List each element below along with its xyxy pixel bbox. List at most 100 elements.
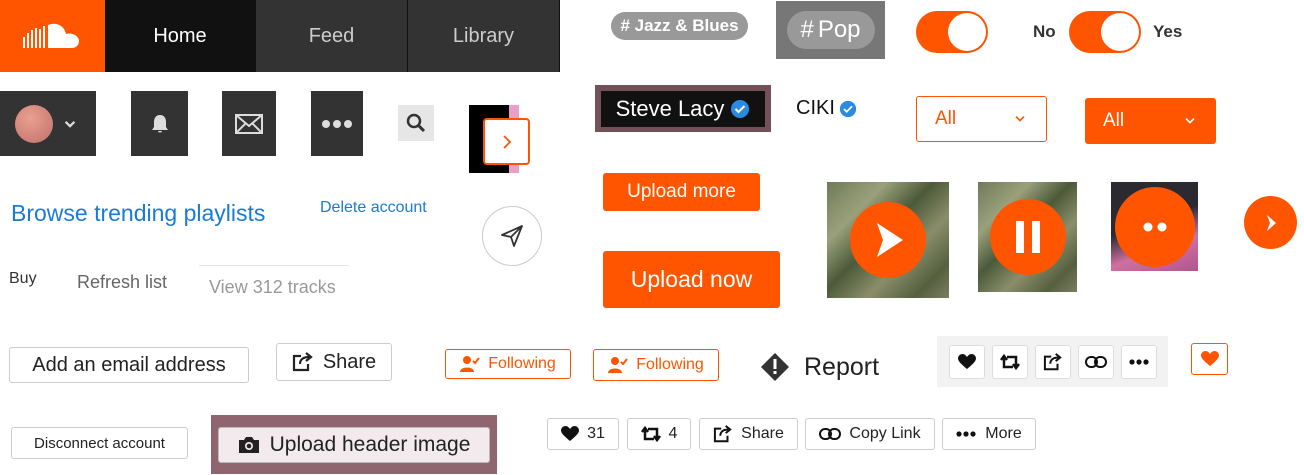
artist-name-plain: CIKI bbox=[796, 97, 835, 119]
play-icon bbox=[877, 223, 903, 257]
upload-now-button[interactable]: Upload now bbox=[603, 251, 780, 308]
send-icon bbox=[501, 225, 523, 247]
toggle-yes-no-switch[interactable] bbox=[1069, 11, 1141, 53]
heart-icon bbox=[957, 353, 976, 369]
copy-link-label: Copy Link bbox=[849, 425, 921, 442]
toggle-knob bbox=[948, 13, 986, 51]
track-artwork bbox=[1111, 182, 1198, 271]
like-count-button[interactable]: 31 bbox=[547, 418, 619, 450]
chevron-down-icon bbox=[1185, 118, 1195, 124]
mail-icon bbox=[235, 113, 263, 134]
upload-more-button[interactable]: Upload more bbox=[603, 173, 760, 211]
artist-plain[interactable]: CIKI bbox=[796, 97, 857, 120]
action-toolbar bbox=[937, 336, 1168, 387]
copy-link-button[interactable]: Copy Link bbox=[805, 418, 935, 450]
verified-icon bbox=[731, 99, 750, 118]
share-icon bbox=[292, 352, 313, 372]
search-icon bbox=[406, 113, 426, 133]
share-button[interactable]: Share bbox=[276, 343, 392, 381]
disconnect-account-button[interactable]: Disconnect account bbox=[11, 427, 188, 459]
user-check-icon bbox=[460, 356, 480, 372]
chevron-right-icon bbox=[502, 134, 511, 149]
tab-buy[interactable]: Buy bbox=[9, 270, 37, 288]
top-nav: Home Feed Library bbox=[0, 0, 560, 72]
tab-home[interactable]: Home bbox=[105, 0, 256, 72]
select-value: All bbox=[1103, 110, 1125, 131]
browse-playlists-link[interactable]: Browse trending playlists bbox=[11, 200, 265, 227]
more-dots-icon bbox=[322, 119, 352, 128]
avatar bbox=[15, 104, 53, 143]
repost-button[interactable] bbox=[991, 344, 1028, 379]
send-message-button[interactable] bbox=[482, 206, 542, 266]
bell-icon bbox=[151, 114, 168, 132]
more-dots-icon bbox=[1128, 358, 1149, 365]
chevron-down-icon bbox=[64, 120, 76, 128]
more-button[interactable]: More bbox=[942, 418, 1036, 450]
tab-library[interactable]: Library bbox=[408, 0, 560, 72]
heart-icon bbox=[1200, 351, 1219, 366]
chevron-right-icon bbox=[1266, 214, 1276, 231]
share-button[interactable]: Share bbox=[699, 418, 798, 450]
tag-pop-label: Pop bbox=[817, 16, 861, 43]
like-button-active[interactable] bbox=[1191, 343, 1228, 375]
tag-pop-hash: # bbox=[800, 16, 814, 43]
play-button[interactable] bbox=[850, 202, 926, 278]
pause-button[interactable] bbox=[989, 199, 1066, 275]
following-label: Following bbox=[488, 355, 556, 372]
repost-icon bbox=[640, 425, 661, 443]
share-label: Share bbox=[741, 425, 784, 442]
user-check-icon bbox=[608, 357, 628, 373]
more-label: More bbox=[985, 425, 1022, 442]
report-button[interactable]: Report bbox=[760, 352, 879, 382]
add-email-button[interactable]: Add an email address bbox=[9, 347, 249, 383]
artist-badge-featured[interactable]: Steve Lacy bbox=[595, 85, 771, 132]
tab-view-tracks[interactable]: View 312 tracks bbox=[209, 277, 336, 298]
following-button[interactable]: Following bbox=[593, 349, 719, 381]
repost-count-button[interactable]: 4 bbox=[627, 418, 691, 450]
tag-jazz-blues[interactable]: # Jazz & Blues bbox=[611, 12, 748, 40]
soundcloud-logo-icon[interactable] bbox=[0, 0, 105, 72]
delete-account-link[interactable]: Delete account bbox=[320, 199, 427, 217]
track-artwork bbox=[827, 182, 949, 298]
select-value: All bbox=[935, 108, 957, 129]
repost-count: 4 bbox=[668, 425, 678, 442]
pause-icon bbox=[1015, 221, 1040, 253]
more-button[interactable] bbox=[1120, 344, 1157, 379]
report-flag-icon bbox=[761, 353, 789, 381]
toggle-switch[interactable] bbox=[916, 11, 988, 53]
filter-select-outline[interactable]: All bbox=[916, 96, 1047, 142]
share-button[interactable] bbox=[1034, 344, 1071, 379]
tab-divider bbox=[199, 265, 349, 266]
track-artwork bbox=[978, 182, 1077, 292]
link-icon bbox=[819, 428, 842, 440]
like-button[interactable] bbox=[948, 344, 985, 379]
share-icon bbox=[1043, 352, 1062, 370]
notifications-button[interactable] bbox=[131, 91, 188, 156]
messages-button[interactable] bbox=[222, 91, 276, 156]
more-options-button[interactable] bbox=[311, 91, 363, 156]
tab-refresh-list[interactable]: Refresh list bbox=[77, 272, 167, 293]
search-button[interactable] bbox=[398, 105, 434, 141]
heart-icon bbox=[561, 426, 580, 441]
tag-pop[interactable]: # Pop bbox=[786, 11, 875, 49]
next-button[interactable] bbox=[1244, 196, 1297, 249]
toggle-knob bbox=[1101, 13, 1139, 51]
following-button[interactable]: Following bbox=[445, 349, 571, 379]
carousel-next-button[interactable] bbox=[483, 118, 530, 165]
repost-icon bbox=[999, 353, 1020, 370]
following-label: Following bbox=[636, 356, 704, 373]
camera-icon bbox=[238, 436, 259, 453]
upload-header-button[interactable]: Upload header image bbox=[218, 426, 490, 463]
artist-name-featured: Steve Lacy bbox=[615, 95, 725, 121]
loading-button[interactable] bbox=[1114, 186, 1195, 267]
share-label: Share bbox=[322, 350, 377, 373]
tab-feed[interactable]: Feed bbox=[256, 0, 408, 72]
copy-link-button[interactable] bbox=[1077, 344, 1114, 379]
report-label: Report bbox=[804, 352, 880, 381]
artist-name-featured-wrap: Steve Lacy bbox=[601, 90, 765, 127]
loading-dots-icon bbox=[1143, 222, 1166, 231]
like-count: 31 bbox=[587, 425, 605, 442]
filter-select-filled[interactable]: All bbox=[1085, 98, 1216, 144]
user-menu-button[interactable] bbox=[0, 91, 96, 156]
link-icon bbox=[1084, 355, 1107, 368]
